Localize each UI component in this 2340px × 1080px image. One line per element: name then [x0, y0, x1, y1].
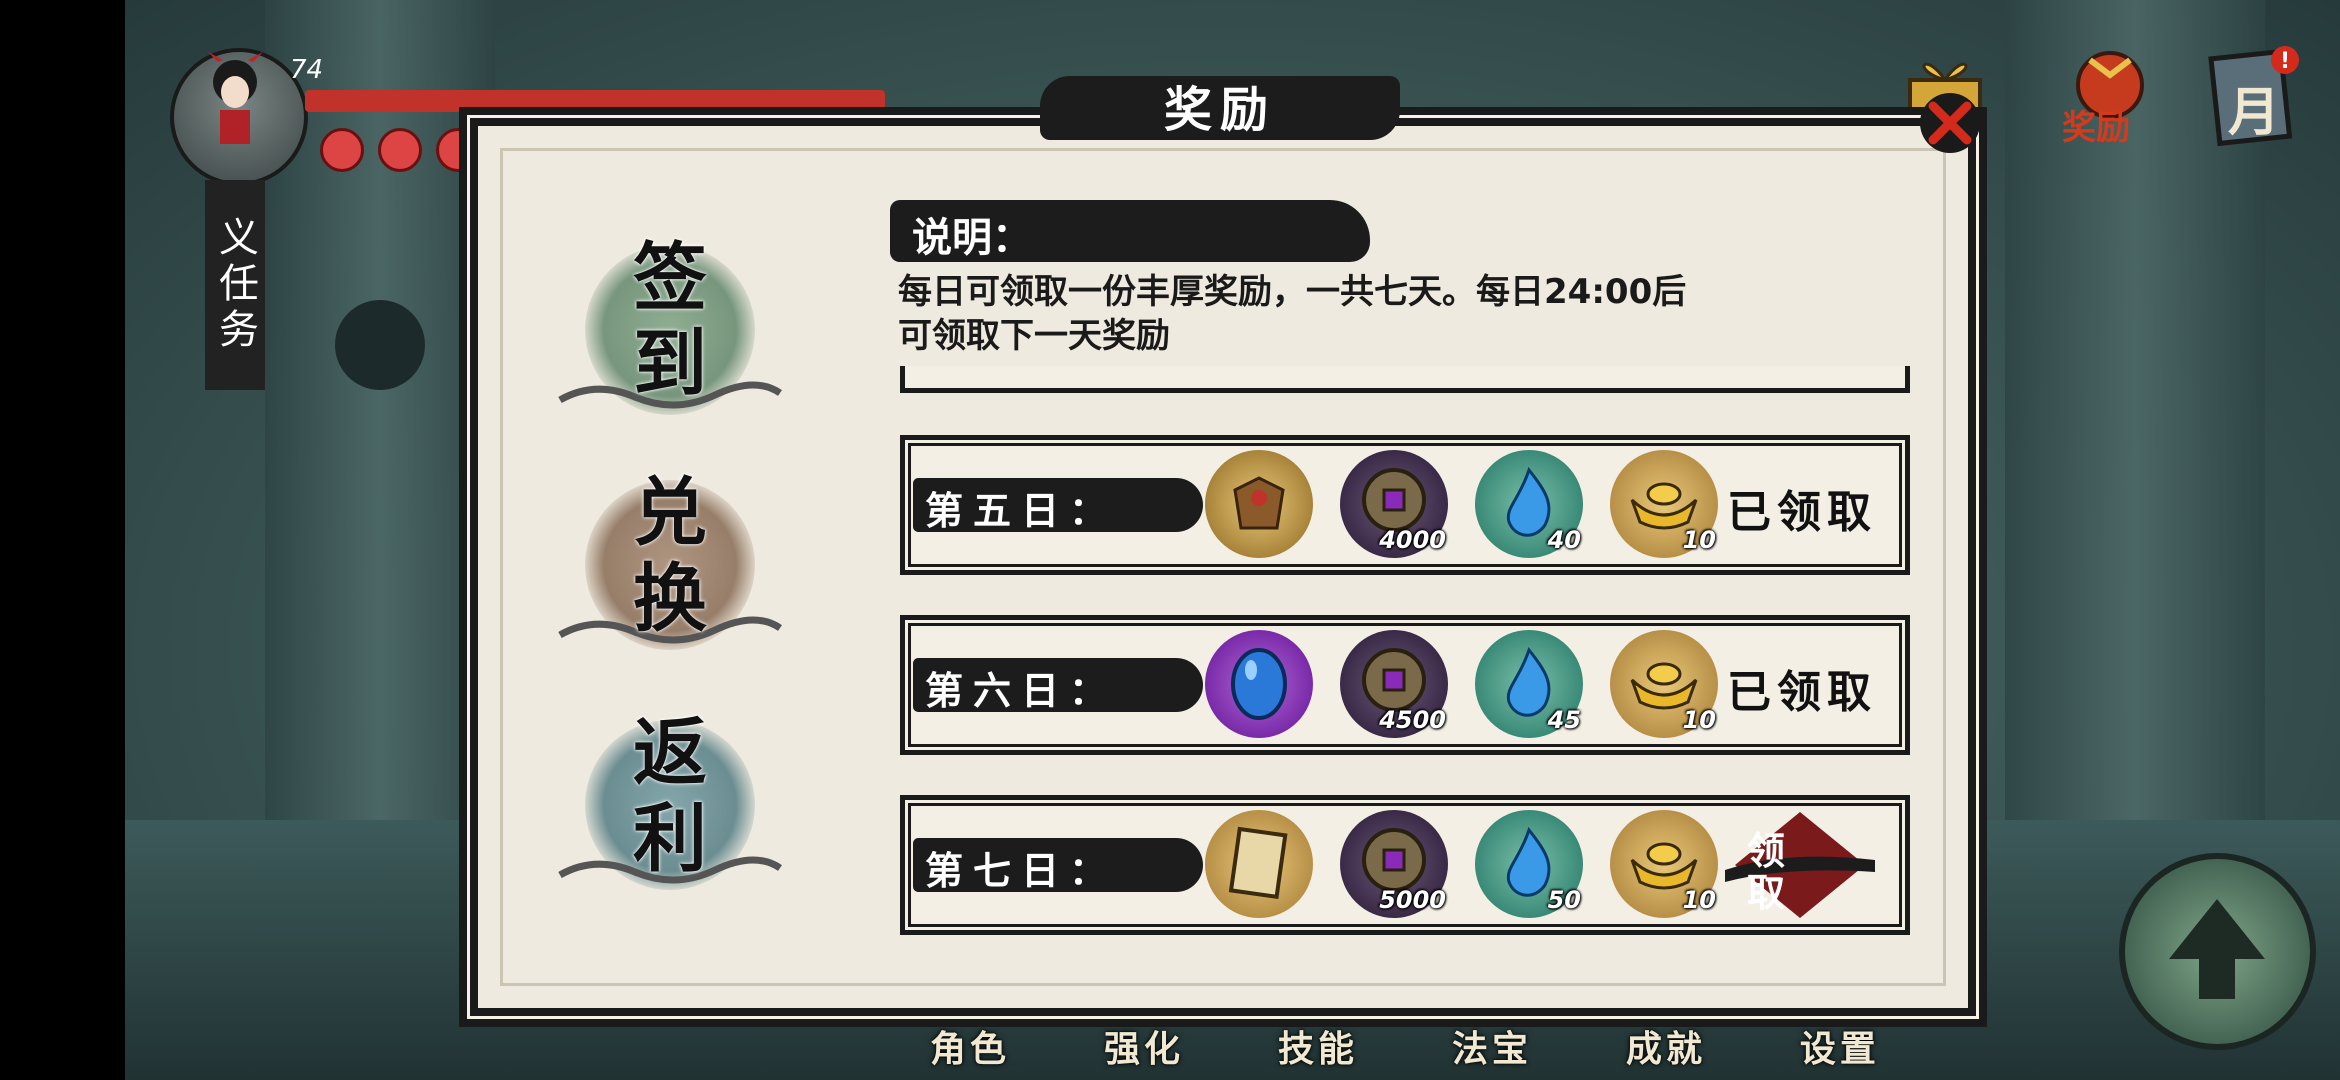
nav-skills[interactable]: 技能	[1278, 1020, 1358, 1080]
tab-label: 返利	[633, 710, 707, 882]
buff-icon	[378, 128, 422, 172]
nav-settings[interactable]: 设置	[1800, 1020, 1880, 1080]
blue-flame-icon[interactable]: 50	[1475, 810, 1583, 918]
lantern	[335, 300, 425, 390]
jump-button[interactable]	[2119, 853, 2316, 1050]
tab-rebate[interactable]: 返利	[555, 700, 785, 900]
dialog-title-bar: 奖励	[1040, 70, 1400, 150]
blue-flame-icon[interactable]: 40	[1475, 450, 1583, 558]
claimed-status: 已领取	[1727, 487, 1877, 538]
arrow-up-icon	[2169, 899, 2265, 999]
player-portrait	[208, 52, 263, 144]
day-label: 第六日：	[925, 669, 1118, 713]
nav-achievements[interactable]: 成就	[1626, 1020, 1706, 1080]
reward-row-day7: 第七日： 5000 50 10 领取	[900, 795, 1910, 935]
gold-ingot-icon[interactable]: 10	[1610, 810, 1718, 918]
health-bar	[305, 90, 885, 112]
buff-icon	[320, 128, 364, 172]
explanation-title: 说明：	[912, 215, 1032, 261]
blue-flame-icon[interactable]: 45	[1475, 630, 1583, 738]
book-icon[interactable]	[1205, 810, 1313, 918]
quest-tab[interactable]: 义任务	[205, 180, 265, 390]
claim-button[interactable]: 领取	[1725, 810, 1875, 920]
claimed-status: 已领取	[1727, 667, 1877, 718]
day-label: 第七日：	[925, 849, 1118, 893]
nav-character[interactable]: 角色	[930, 1020, 1010, 1080]
dialog-title: 奖励	[1163, 82, 1276, 138]
tab-exchange[interactable]: 兑换	[555, 460, 785, 660]
nav-treasure[interactable]: 法宝	[1452, 1020, 1532, 1080]
previous-day-row	[900, 366, 1910, 393]
tab-signin[interactable]: 签到	[555, 225, 785, 425]
armor-icon[interactable]	[1205, 450, 1313, 558]
monthly-label[interactable]: 月	[2228, 70, 2280, 145]
explanation-text: 每日可领取一份丰厚奖励，一共七天。每日24:00后 可领取下一天奖励	[898, 272, 1687, 356]
bottom-navigation: 角色 强化 技能 法宝 成就 设置	[930, 1020, 1880, 1080]
day-label: 第五日：	[925, 489, 1118, 533]
reward-label[interactable]: 奖励	[2062, 100, 2130, 149]
player-level: 74	[290, 55, 324, 85]
coin-icon[interactable]: 4500	[1340, 630, 1448, 738]
reward-row-day6: 第六日： 4500 45 10 已领取	[900, 615, 1910, 755]
nav-enhance[interactable]: 强化	[1104, 1020, 1184, 1080]
coin-icon[interactable]: 5000	[1340, 810, 1448, 918]
coin-icon[interactable]: 4000	[1340, 450, 1448, 558]
blue-gem-icon[interactable]	[1205, 630, 1313, 738]
tab-label: 签到	[633, 235, 707, 407]
tab-label: 兑换	[633, 470, 707, 642]
gold-ingot-icon[interactable]: 10	[1610, 630, 1718, 738]
gold-ingot-icon[interactable]: 10	[1610, 450, 1718, 558]
svg-text:!: !	[2280, 49, 2290, 74]
close-icon[interactable]	[1915, 88, 1985, 158]
claim-label: 领取	[1747, 829, 1786, 915]
reward-row-day5: 第五日： 4000 40 10 已领取	[900, 435, 1910, 575]
